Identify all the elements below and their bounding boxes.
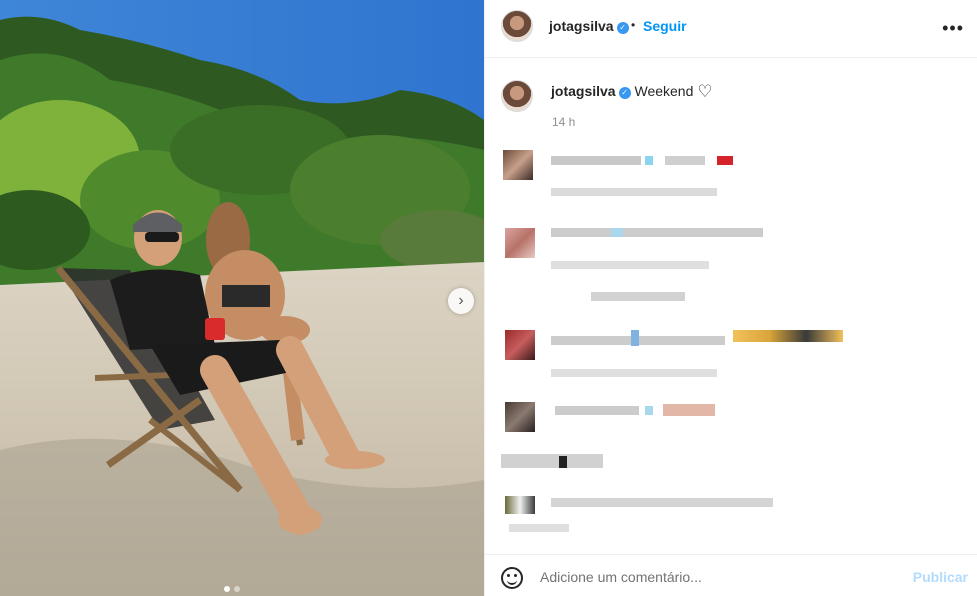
carousel-indicator	[224, 586, 240, 592]
comment-meta-blurred	[551, 369, 717, 377]
more-options-icon[interactable]: •••	[942, 18, 964, 39]
author-avatar[interactable]	[501, 10, 533, 42]
comment-meta-blurred	[551, 261, 709, 269]
beach-photo	[0, 0, 484, 596]
publish-button[interactable]: Publicar	[913, 569, 968, 585]
author-username-text[interactable]: jotagsilva	[549, 18, 614, 34]
comment-text-blurred	[551, 156, 641, 165]
comment-meta-blurred	[551, 188, 717, 196]
comment-text-blurred	[665, 156, 705, 165]
follow-button[interactable]: Seguir	[643, 18, 687, 34]
comment-text-blurred	[611, 228, 623, 237]
carousel-dot	[234, 586, 240, 592]
comment-text-blurred	[551, 498, 773, 507]
comment-text-blurred	[645, 156, 653, 165]
caption-text: jotagsilva ✓ Weekend ♡	[551, 82, 713, 102]
caption-body: Weekend	[634, 83, 694, 99]
comment-text-blurred	[501, 454, 603, 468]
comment-text-blurred	[631, 330, 639, 346]
caption-username[interactable]: jotagsilva	[551, 83, 616, 99]
post-side-panel: jotagsilva ✓ • Seguir ••• jotagsilva ✓ Wee…	[484, 0, 977, 596]
comment-text-blurred	[645, 406, 653, 415]
verified-badge-icon: ✓	[616, 22, 629, 34]
comment-meta-blurred	[509, 524, 569, 532]
post-header: jotagsilva ✓ • Seguir •••	[485, 0, 977, 58]
comment-list	[485, 140, 977, 550]
chevron-right-icon: ›	[458, 292, 464, 309]
comment-text-blurred	[555, 406, 639, 415]
instagram-post: › jotagsilva ✓ • Seguir ••• jotagsilva ✓ W…	[0, 0, 977, 596]
next-slide-button[interactable]: ›	[448, 288, 474, 314]
comment-avatar[interactable]	[503, 150, 533, 180]
post-time: 14 h	[552, 115, 576, 129]
emoji-icon[interactable]	[501, 567, 523, 589]
comment-text-blurred	[559, 456, 567, 468]
comment-avatar[interactable]	[505, 330, 535, 360]
comment-text-blurred	[717, 156, 733, 165]
carousel-dot-active	[224, 586, 230, 592]
author-username[interactable]: jotagsilva ✓	[549, 18, 629, 34]
heart-outline-icon: ♡	[697, 82, 713, 101]
comment-text-blurred	[551, 228, 763, 237]
comment-reply-blurred	[591, 292, 685, 301]
comment-avatar[interactable]	[505, 228, 535, 258]
comment-avatar[interactable]	[505, 496, 535, 514]
verified-badge-icon: ✓	[618, 87, 631, 99]
comment-text-blurred	[663, 404, 715, 416]
post-photo[interactable]: ›	[0, 0, 484, 596]
comment-avatar[interactable]	[505, 402, 535, 432]
comment-input[interactable]	[540, 567, 900, 587]
comment-text-blurred	[733, 330, 843, 342]
header-separator: •	[631, 18, 636, 32]
caption-avatar[interactable]	[501, 80, 533, 112]
comment-composer: Publicar	[485, 554, 977, 596]
